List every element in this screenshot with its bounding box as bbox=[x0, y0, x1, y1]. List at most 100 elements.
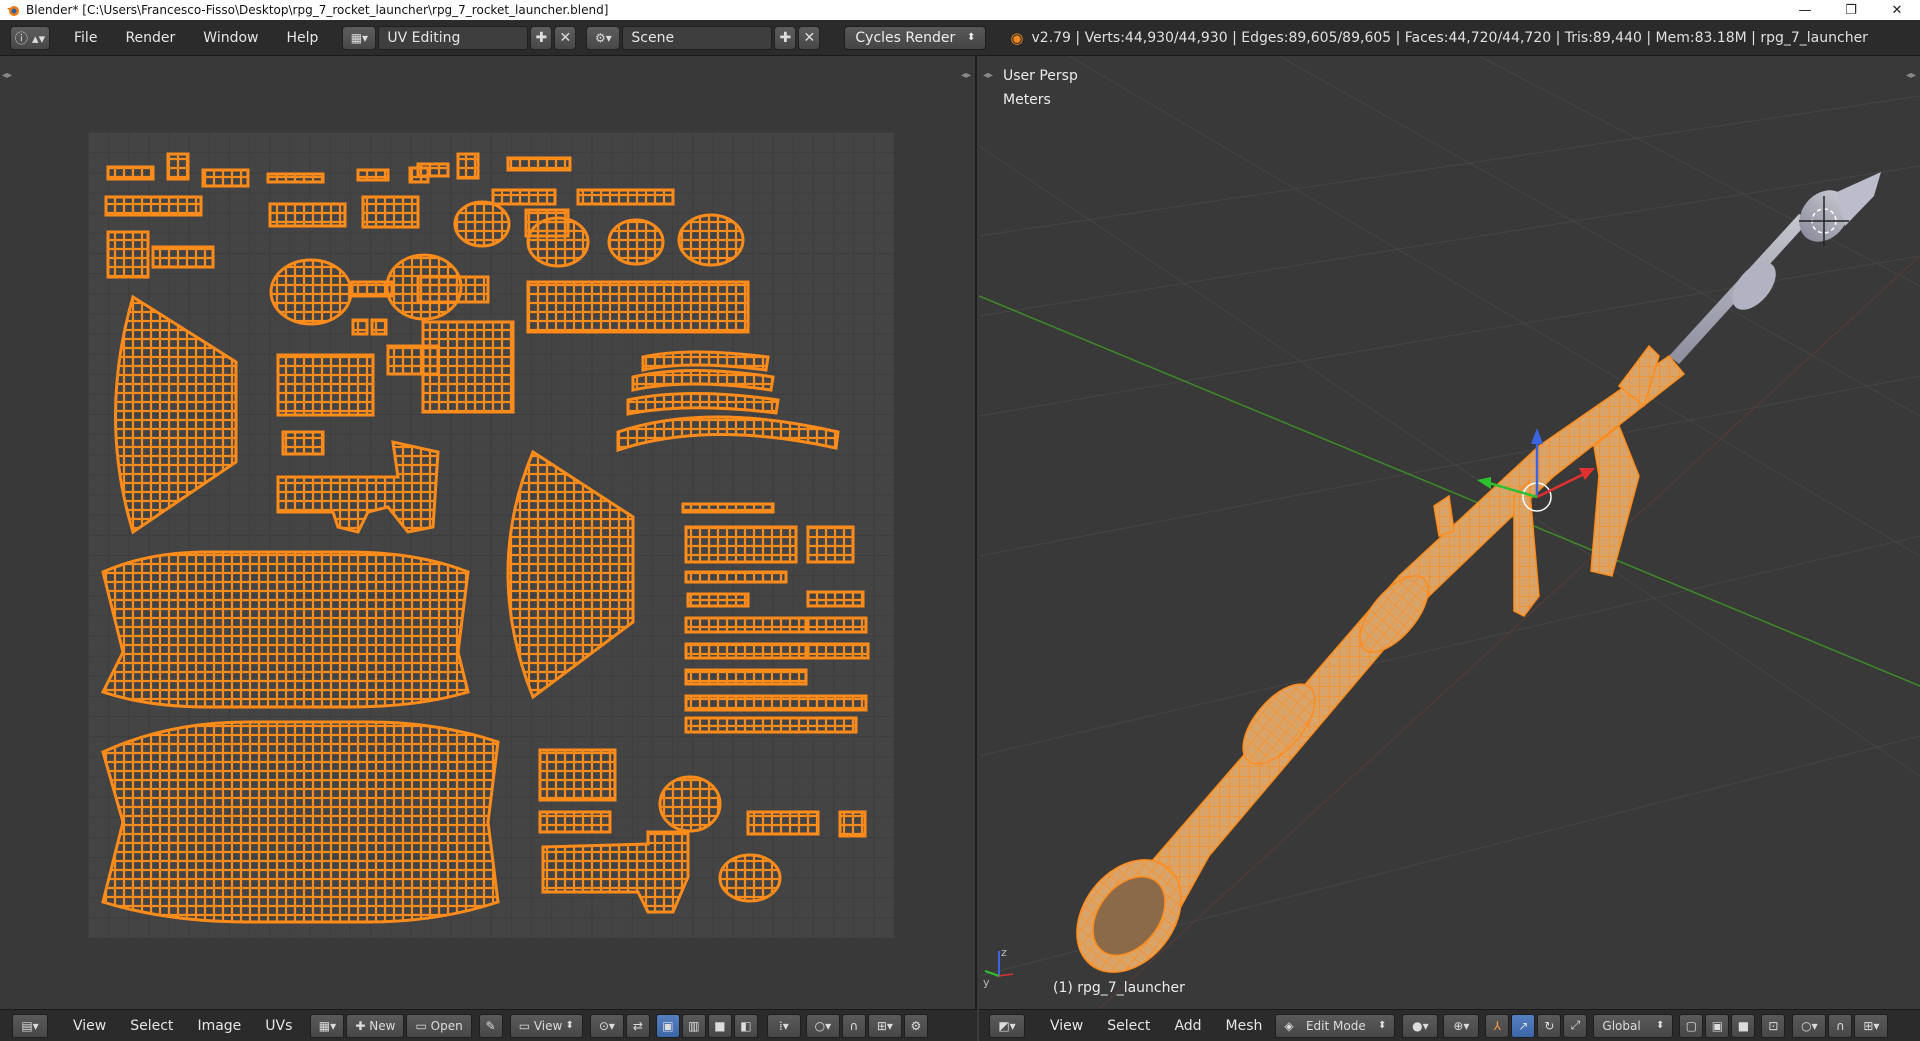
x-icon: ✕ bbox=[803, 29, 816, 46]
uv-island bbox=[356, 168, 390, 182]
image-browse-button[interactable]: ▦▾ bbox=[310, 1013, 345, 1038]
pin-image-button[interactable]: ✎ bbox=[478, 1013, 503, 1038]
active-object-label: (1) rpg_7_launcher bbox=[1053, 980, 1185, 996]
close-window-button[interactable]: ✕ bbox=[1874, 0, 1920, 20]
translate-manipulator-button[interactable]: ↗ bbox=[1511, 1013, 1536, 1038]
uv-menu-select[interactable]: Select bbox=[118, 1018, 185, 1034]
launcher-tube bbox=[1076, 344, 1686, 973]
add-screen-button[interactable]: ✚ bbox=[530, 25, 553, 50]
orientation-dropdown[interactable]: Global ⬍ bbox=[1593, 1013, 1674, 1038]
vp-menu-add[interactable]: Add bbox=[1162, 1018, 1213, 1034]
vp-menu-mesh[interactable]: Mesh bbox=[1214, 1018, 1275, 1034]
region-toggle-icon[interactable]: ◂▸ bbox=[961, 70, 971, 81]
uv-island bbox=[453, 200, 511, 248]
plus-icon: ✚ bbox=[355, 1018, 370, 1033]
proportional-edit-dropdown[interactable]: ○▾ bbox=[1792, 1013, 1827, 1038]
screen-layout-browse-button[interactable]: ▦▾ bbox=[342, 25, 377, 50]
svg-text:z: z bbox=[1001, 946, 1007, 959]
proportional-edit-dropdown[interactable]: ○▾ bbox=[805, 1013, 840, 1038]
add-scene-button[interactable]: ✚ bbox=[774, 25, 797, 50]
limit-selection-button[interactable]: ⊡ bbox=[1761, 1013, 1786, 1038]
snap-toggle-button[interactable]: ∩ bbox=[841, 1013, 866, 1038]
uv-island bbox=[838, 810, 867, 838]
svg-text:y: y bbox=[983, 976, 990, 989]
uv-island bbox=[746, 810, 820, 836]
shading-dropdown[interactable]: ●▾ bbox=[1402, 1013, 1439, 1038]
uv-island bbox=[491, 188, 557, 206]
scene-field[interactable]: Scene bbox=[622, 25, 773, 50]
chevron-updown-icon: ⬍ bbox=[1656, 1020, 1665, 1031]
uv-menu-image[interactable]: Image bbox=[185, 1018, 253, 1034]
scene-browse-button[interactable]: ⚙▾ bbox=[586, 25, 621, 50]
uv-island bbox=[806, 616, 868, 634]
window-titlebar: Blender* [C:\Users\Francesco-Fisso\Deskt… bbox=[0, 0, 1920, 20]
layer-button-1[interactable]: ▢ bbox=[1679, 1013, 1704, 1038]
uv-island bbox=[684, 694, 868, 712]
pivot-dropdown[interactable]: ⊙▾ bbox=[589, 1013, 624, 1038]
layer-button-3[interactable]: ■ bbox=[1731, 1013, 1756, 1038]
scene-icon: ⚙▾ bbox=[595, 30, 612, 45]
uv-image-editor[interactable]: ◂▸ ◂▸ bbox=[0, 56, 977, 1009]
minimize-button[interactable]: — bbox=[1782, 0, 1828, 20]
uv-island bbox=[370, 318, 388, 336]
mode-dropdown[interactable]: ◈ Edit Mode ⬍ bbox=[1275, 1013, 1396, 1038]
menu-window[interactable]: Window bbox=[189, 30, 272, 46]
uv-canvas[interactable] bbox=[88, 132, 894, 938]
x-axis-line bbox=[979, 295, 1920, 687]
face-select-button[interactable]: ■ bbox=[707, 1013, 732, 1038]
render-engine-dropdown[interactable]: Cycles Render ⬍ bbox=[844, 25, 987, 50]
editor-type-image-button[interactable]: ▤▾ bbox=[12, 1013, 48, 1038]
manipulator-toggle-button[interactable]: ⅄ bbox=[1485, 1013, 1510, 1038]
snap-element-dropdown[interactable]: ⊞▾ bbox=[867, 1013, 902, 1038]
menu-file[interactable]: File bbox=[60, 30, 111, 46]
pivot-point-dropdown[interactable]: ⊕▾ bbox=[1443, 1013, 1480, 1038]
3d-viewport[interactable]: z y ◂▸ ◂▸ User Persp Meters (1) rpg_7_la… bbox=[979, 56, 1920, 1009]
delete-scene-button[interactable]: ✕ bbox=[798, 25, 821, 50]
scale-manipulator-button[interactable]: ⤢ bbox=[1563, 1013, 1588, 1038]
vertex-select-button[interactable]: ▣ bbox=[655, 1013, 680, 1038]
uv-island bbox=[269, 258, 353, 326]
sync-selection-button[interactable]: ⇄ bbox=[625, 1013, 650, 1038]
limit-selection-icon: ⊡ bbox=[1768, 1018, 1779, 1033]
region-toggle-icon[interactable]: ◂▸ bbox=[2, 70, 12, 81]
mode-label: Edit Mode bbox=[1305, 1018, 1366, 1033]
layer-button-2[interactable]: ▣ bbox=[1705, 1013, 1730, 1038]
vp-menu-select[interactable]: Select bbox=[1095, 1018, 1162, 1034]
uv-settings-button[interactable]: ⚙ bbox=[903, 1013, 928, 1038]
view-mode-dropdown[interactable]: ▭ View ⬍ bbox=[509, 1013, 583, 1038]
uv-island bbox=[718, 853, 782, 903]
editor-type-info-button[interactable]: ⓘ ▴▾ bbox=[10, 25, 50, 50]
region-toggle-icon[interactable]: ◂▸ bbox=[983, 70, 993, 81]
uv-island bbox=[114, 294, 238, 535]
screen-layout-field[interactable]: UV Editing bbox=[378, 25, 529, 50]
arrow-icon: ↗ bbox=[1518, 1018, 1529, 1033]
face-select-icon: ■ bbox=[714, 1018, 726, 1033]
delete-screen-button[interactable]: ✕ bbox=[554, 25, 577, 50]
open-image-button[interactable]: ▭ Open bbox=[406, 1013, 472, 1038]
rotate-manipulator-button[interactable]: ↻ bbox=[1537, 1013, 1562, 1038]
folder-icon: ▭ bbox=[415, 1018, 431, 1033]
cube-icon: ◩▾ bbox=[998, 1018, 1016, 1033]
uv-menu-view[interactable]: View bbox=[61, 1018, 118, 1034]
snap-element-dropdown[interactable]: ⊞▾ bbox=[1854, 1013, 1889, 1038]
new-image-button[interactable]: ✚ New bbox=[346, 1013, 405, 1038]
uv-menu-uvs[interactable]: UVs bbox=[253, 1018, 304, 1034]
uv-island bbox=[684, 716, 858, 734]
editor-type-3d-button[interactable]: ◩▾ bbox=[989, 1013, 1025, 1038]
magnet-icon: ∩ bbox=[1836, 1018, 1845, 1033]
sticky-mode-dropdown[interactable]: ⁞▾ bbox=[766, 1013, 801, 1038]
menu-render[interactable]: Render bbox=[111, 30, 189, 46]
snap-toggle-button[interactable]: ∩ bbox=[1828, 1013, 1853, 1038]
uv-island bbox=[100, 550, 470, 709]
view-axis-icon: z y bbox=[983, 946, 1014, 989]
sticky-icon: ⁞▾ bbox=[778, 1018, 789, 1033]
region-toggle-icon[interactable]: ◂▸ bbox=[1906, 70, 1916, 81]
uv-island bbox=[276, 353, 375, 417]
info-header: ⓘ ▴▾ File Render Window Help ▦▾ UV Editi… bbox=[0, 20, 1920, 56]
uv-island bbox=[151, 245, 215, 269]
maximize-button[interactable]: ❐ bbox=[1828, 0, 1874, 20]
edge-select-button[interactable]: ▥ bbox=[681, 1013, 706, 1038]
menu-help[interactable]: Help bbox=[272, 30, 332, 46]
island-select-button[interactable]: ◧ bbox=[733, 1013, 758, 1038]
vp-menu-view[interactable]: View bbox=[1038, 1018, 1095, 1034]
